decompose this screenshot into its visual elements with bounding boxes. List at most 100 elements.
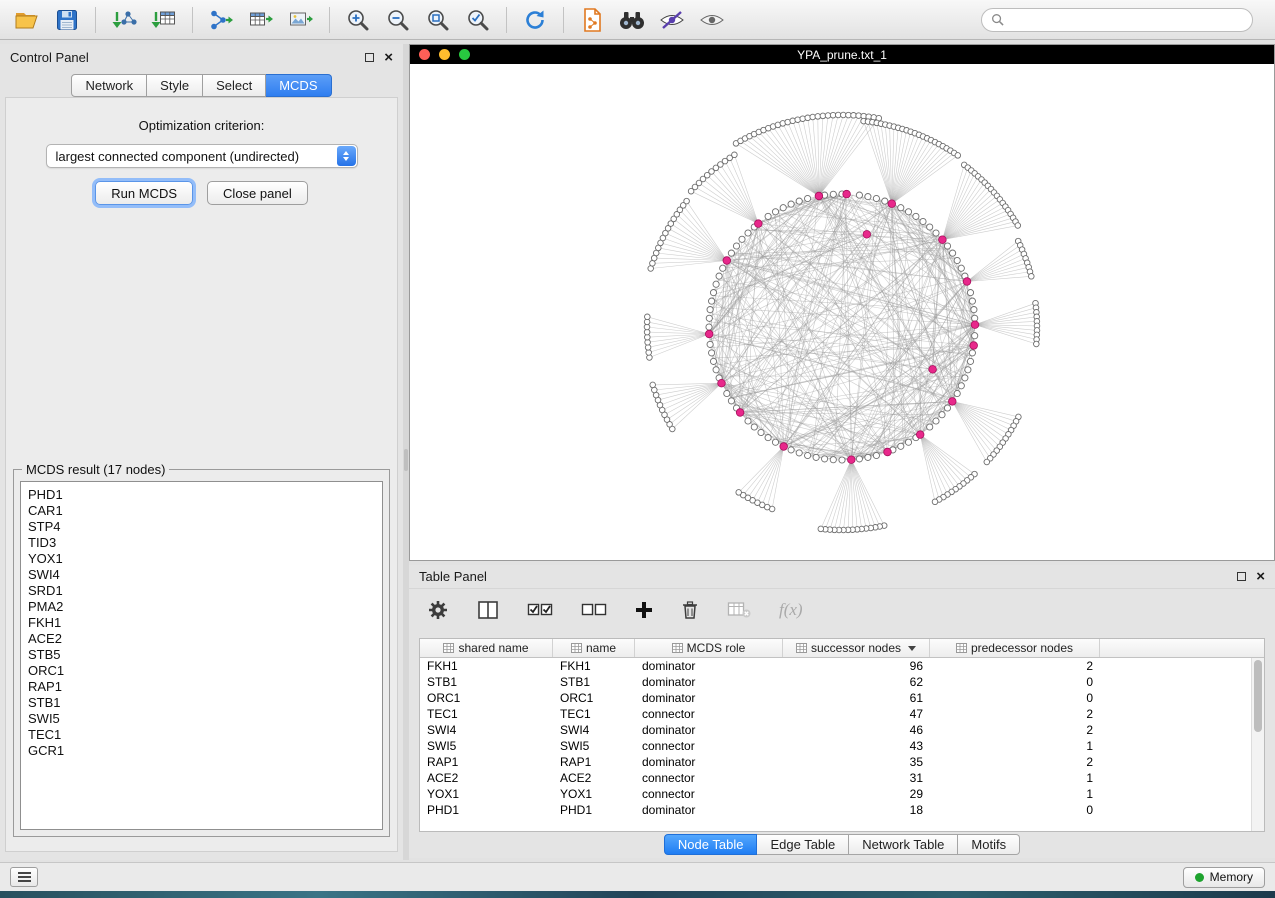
result-node[interactable]: STP4: [28, 519, 382, 535]
result-node[interactable]: ACE2: [28, 631, 382, 647]
result-node[interactable]: STB5: [28, 647, 382, 663]
export-network-button[interactable]: [202, 4, 240, 36]
mcds-result-list[interactable]: PHD1CAR1STP4TID3YOX1SWI4SRD1PMA2FKH1ACE2…: [20, 481, 383, 830]
table-disabled-icon: [727, 601, 751, 619]
status-bar: Memory: [0, 862, 1275, 891]
network-graph[interactable]: [410, 64, 1274, 560]
column-header-shared-name[interactable]: shared name: [420, 639, 553, 657]
hide-graphics-button[interactable]: [653, 4, 691, 36]
export-table-button[interactable]: [242, 4, 280, 36]
global-search-field[interactable]: [981, 8, 1253, 32]
run-mcds-button[interactable]: Run MCDS: [95, 181, 193, 205]
table-row[interactable]: ACE2ACE2connector311: [420, 770, 1251, 786]
table-row[interactable]: ORC1ORC1dominator610: [420, 690, 1251, 706]
zoom-selected-button[interactable]: [459, 4, 497, 36]
tab-network-table[interactable]: Network Table: [849, 834, 958, 855]
cell-predecessor-nodes: 2: [930, 707, 1100, 721]
zoom-out-icon: [385, 7, 411, 33]
table-row[interactable]: SWI5SWI5connector431: [420, 738, 1251, 754]
share-document-button[interactable]: [573, 4, 611, 36]
save-session-button[interactable]: [48, 4, 86, 36]
table-row[interactable]: STB1STB1dominator620: [420, 674, 1251, 690]
cell-MCDS-role: dominator: [635, 723, 783, 737]
network-canvas[interactable]: [410, 64, 1274, 560]
splitter-handle[interactable]: [404, 449, 408, 471]
function-builder-button[interactable]: f(x): [779, 600, 803, 620]
close-panel-icon[interactable]: ×: [384, 50, 393, 65]
search-input[interactable]: [1010, 13, 1243, 27]
result-node[interactable]: YOX1: [28, 551, 382, 567]
table-row[interactable]: YOX1YOX1connector291: [420, 786, 1251, 802]
result-node[interactable]: ORC1: [28, 663, 382, 679]
tab-node-table[interactable]: Node Table: [664, 834, 758, 855]
table-row[interactable]: FKH1FKH1dominator962: [420, 658, 1251, 674]
table-row[interactable]: TEC1TEC1connector472: [420, 706, 1251, 722]
table-column-icon: [672, 643, 683, 653]
show-columns-button[interactable]: [477, 600, 499, 620]
zoom-window-traffic-light[interactable]: [459, 49, 470, 60]
tab-style[interactable]: Style: [147, 74, 203, 97]
network-window-titlebar[interactable]: YPA_prune.txt_1: [410, 45, 1274, 64]
minimize-window-traffic-light[interactable]: [439, 49, 450, 60]
delete-column-button[interactable]: [681, 600, 699, 620]
refresh-button[interactable]: [516, 4, 554, 36]
table-disabled-button: [727, 601, 751, 619]
result-node[interactable]: PMA2: [28, 599, 382, 615]
float-window-icon[interactable]: [1237, 572, 1246, 581]
cell-predecessor-nodes: 1: [930, 739, 1100, 753]
table-settings-button[interactable]: [427, 599, 449, 621]
result-node[interactable]: STB1: [28, 695, 382, 711]
zoom-in-button[interactable]: [339, 4, 377, 36]
tab-select[interactable]: Select: [203, 74, 266, 97]
cell-name: YOX1: [553, 787, 635, 801]
network-view-window: YPA_prune.txt_1: [409, 44, 1275, 561]
table-row[interactable]: PHD1PHD1dominator180: [420, 802, 1251, 818]
import-table-button[interactable]: [145, 4, 183, 36]
zoom-out-button[interactable]: [379, 4, 417, 36]
result-node[interactable]: PHD1: [28, 487, 382, 503]
table-row[interactable]: SWI4SWI4dominator462: [420, 722, 1251, 738]
close-panel-button[interactable]: Close panel: [207, 181, 308, 205]
search-network-button[interactable]: [613, 4, 651, 36]
node-table-body[interactable]: FKH1FKH1dominator962STB1STB1dominator620…: [420, 658, 1251, 831]
table-row[interactable]: RAP1RAP1dominator352: [420, 754, 1251, 770]
close-window-traffic-light[interactable]: [419, 49, 430, 60]
result-node[interactable]: RAP1: [28, 679, 382, 695]
scrollbar-thumb[interactable]: [1254, 660, 1262, 732]
close-panel-icon[interactable]: ×: [1256, 569, 1265, 584]
result-node[interactable]: FKH1: [28, 615, 382, 631]
optimization-criterion-dropdown[interactable]: largest connected component (undirected): [46, 144, 358, 168]
result-node[interactable]: SWI4: [28, 567, 382, 583]
tab-mcds[interactable]: MCDS: [266, 74, 331, 97]
tab-network[interactable]: Network: [71, 74, 147, 97]
column-header-name[interactable]: name: [553, 639, 635, 657]
column-header-successor-nodes[interactable]: successor nodes: [783, 639, 930, 657]
column-header-MCDS-role[interactable]: MCDS role: [635, 639, 783, 657]
dropdown-stepper-icon[interactable]: [337, 146, 356, 166]
panel-menu-button[interactable]: [10, 867, 38, 887]
tab-edge-table[interactable]: Edge Table: [757, 834, 849, 855]
unselect-all-button[interactable]: [581, 601, 607, 619]
result-node[interactable]: TID3: [28, 535, 382, 551]
result-node[interactable]: SRD1: [28, 583, 382, 599]
select-all-button[interactable]: [527, 601, 553, 619]
show-graphics-button[interactable]: [693, 4, 731, 36]
result-node[interactable]: CAR1: [28, 503, 382, 519]
open-file-button[interactable]: [8, 4, 46, 36]
zoom-fit-button[interactable]: [419, 4, 457, 36]
control-panel-title: Control Panel: [10, 50, 89, 65]
tab-motifs[interactable]: Motifs: [958, 834, 1020, 855]
export-image-button[interactable]: [282, 4, 320, 36]
add-column-button[interactable]: [635, 601, 653, 619]
result-node[interactable]: SWI5: [28, 711, 382, 727]
node-table-header: shared namenameMCDS rolesuccessor nodesp…: [420, 639, 1264, 658]
column-header-predecessor-nodes[interactable]: predecessor nodes: [930, 639, 1100, 657]
sort-dropdown-icon[interactable]: [908, 646, 916, 651]
memory-button[interactable]: Memory: [1183, 867, 1265, 888]
float-window-icon[interactable]: [365, 53, 374, 62]
result-node[interactable]: GCR1: [28, 743, 382, 759]
import-network-button[interactable]: [105, 4, 143, 36]
table-scrollbar[interactable]: [1251, 658, 1264, 831]
result-node[interactable]: TEC1: [28, 727, 382, 743]
cell-shared-name: PHD1: [420, 803, 553, 817]
